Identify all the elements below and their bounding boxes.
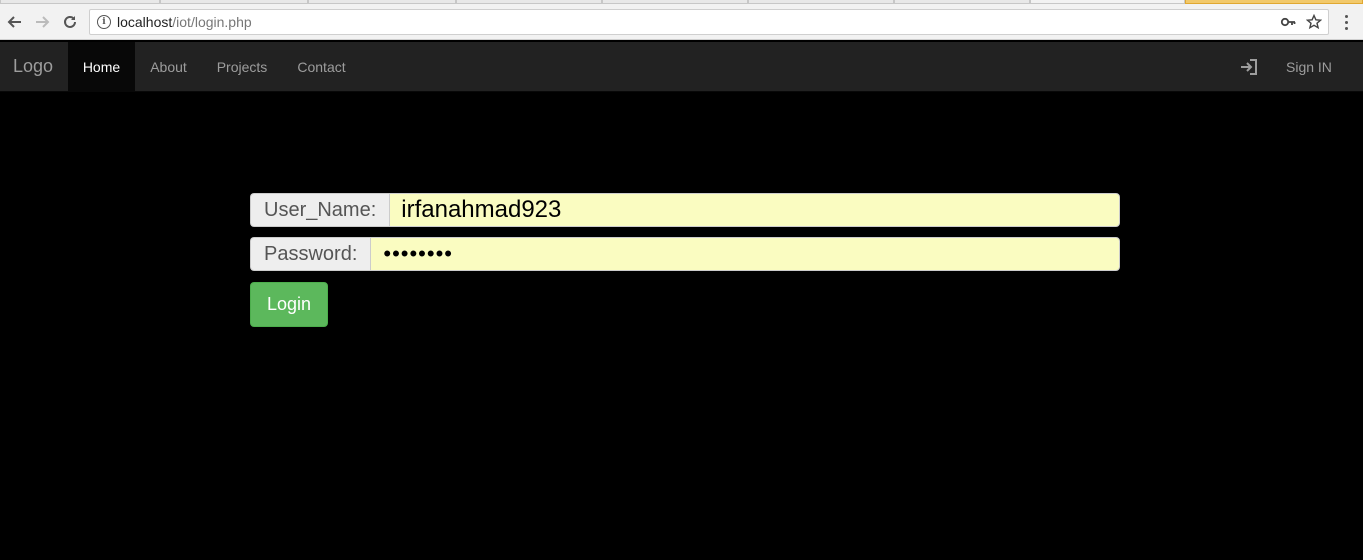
password-label: Password: (250, 237, 371, 271)
log-in-icon[interactable] (1240, 59, 1258, 75)
back-icon[interactable] (5, 12, 25, 32)
nav-item-projects[interactable]: Projects (202, 42, 282, 92)
password-group: Password: •••••••• (250, 237, 1120, 271)
reload-icon[interactable] (60, 12, 80, 32)
star-icon[interactable] (1306, 14, 1322, 30)
nav-item-home[interactable]: Home (68, 42, 135, 92)
brand-logo[interactable]: Logo (13, 56, 53, 77)
login-button[interactable]: Login (250, 282, 328, 327)
nav-item-about[interactable]: About (135, 42, 202, 92)
sign-in-link[interactable]: Sign IN (1286, 42, 1332, 92)
forward-icon[interactable] (32, 12, 52, 32)
username-group: User_Name: irfanahmad923 (250, 193, 1120, 227)
navbar: Logo Home About Projects Contact Sign IN (0, 42, 1363, 92)
password-input[interactable]: •••••••• (370, 237, 1120, 271)
key-icon[interactable] (1280, 14, 1296, 30)
url-field[interactable]: i localhost/iot/login.php (89, 9, 1329, 35)
address-bar: i localhost/iot/login.php (0, 4, 1363, 40)
username-label: User_Name: (250, 193, 390, 227)
url-text: localhost/iot/login.php (117, 14, 252, 30)
login-form: User_Name: irfanahmad923 Password: •••••… (250, 193, 1120, 327)
menu-icon[interactable] (1341, 12, 1351, 32)
nav-item-contact[interactable]: Contact (282, 42, 361, 92)
username-input[interactable]: irfanahmad923 (389, 193, 1120, 227)
info-icon[interactable]: i (97, 15, 111, 29)
